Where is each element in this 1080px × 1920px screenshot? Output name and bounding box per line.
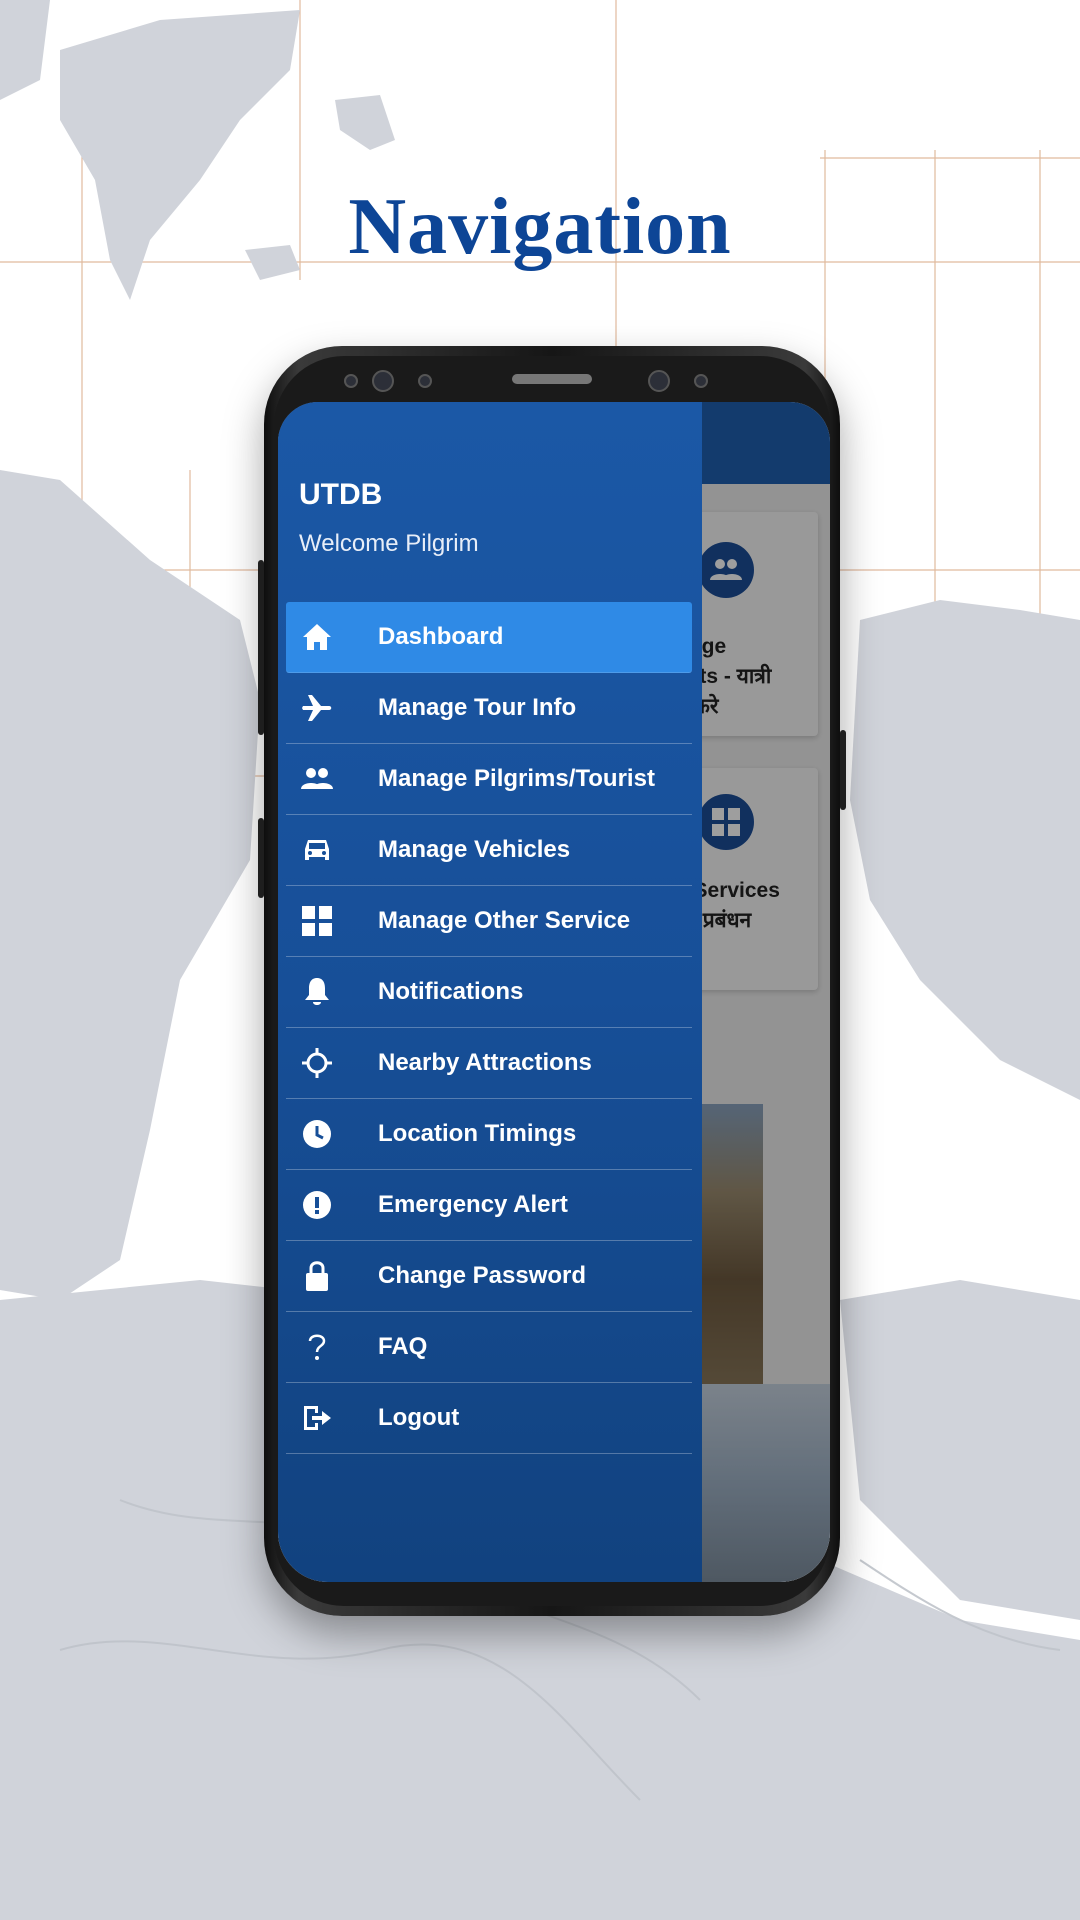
crosshair-icon (300, 1028, 334, 1098)
menu-item-manage-other-service[interactable]: Manage Other Service (286, 886, 692, 957)
menu-item-label: FAQ (378, 1333, 428, 1360)
menu-item-label: Logout (378, 1404, 460, 1431)
car-icon (300, 815, 334, 885)
question-icon (300, 1312, 334, 1382)
menu-item-label: Manage Vehicles (378, 836, 571, 863)
menu-item-nearby-attractions[interactable]: Nearby Attractions (286, 1028, 692, 1099)
menu-item-emergency-alert[interactable]: Emergency Alert (286, 1170, 692, 1241)
menu-item-label: Notifications (378, 978, 524, 1005)
menu-item-location-timings[interactable]: Location Timings (286, 1099, 692, 1170)
home-icon (300, 602, 334, 672)
alert-icon (300, 1170, 334, 1240)
drawer-brand: UTDB (299, 478, 383, 511)
earpiece-speaker (512, 374, 592, 384)
menu-item-manage-tour-info[interactable]: Manage Tour Info (286, 673, 692, 744)
bell-icon (300, 957, 334, 1027)
front-camera (372, 370, 394, 392)
menu-item-manage-pilgrims[interactable]: Manage Pilgrims/Tourist (286, 744, 692, 815)
menu-item-label: Dashboard (378, 623, 504, 650)
menu-item-label: Location Timings (378, 1120, 577, 1147)
lock-icon (300, 1241, 334, 1311)
logout-icon (300, 1383, 334, 1453)
volume-button (258, 560, 264, 735)
clock-icon (300, 1099, 334, 1169)
drawer-menu: Dashboard Manage Tour Info Manage Pilgri… (286, 602, 692, 1454)
menu-item-label: Manage Tour Info (378, 694, 577, 721)
bixby-button (258, 818, 264, 898)
grid-icon (300, 886, 334, 956)
menu-item-manage-vehicles[interactable]: Manage Vehicles (286, 815, 692, 886)
navigation-drawer: UTDB Welcome Pilgrim Dashboard Manage To… (278, 402, 702, 1582)
menu-item-faq[interactable]: FAQ (286, 1312, 692, 1383)
menu-item-change-password[interactable]: Change Password (286, 1241, 692, 1312)
menu-item-label: Nearby Attractions (378, 1049, 592, 1076)
menu-item-notifications[interactable]: Notifications (286, 957, 692, 1028)
iris-scanner (648, 370, 670, 392)
welcome-text: Welcome Pilgrim (299, 530, 479, 557)
menu-item-dashboard[interactable]: Dashboard (286, 602, 692, 673)
sensor-dot (344, 374, 358, 388)
page-headline: Navigation (348, 183, 732, 271)
menu-item-label: Change Password (378, 1262, 587, 1289)
power-button (840, 730, 846, 810)
menu-item-label: Emergency Alert (378, 1191, 568, 1218)
menu-item-label: Manage Pilgrims/Tourist (378, 765, 655, 792)
menu-item-logout[interactable]: Logout (286, 1383, 692, 1454)
people-icon (300, 744, 334, 814)
phone-screen: Manage ourists - यात्री करण करे ther Ser… (278, 402, 830, 1582)
airplane-icon (300, 673, 334, 743)
sensor-dot (694, 374, 708, 388)
sensor-dot (418, 374, 432, 388)
menu-item-label: Manage Other Service (378, 907, 631, 934)
